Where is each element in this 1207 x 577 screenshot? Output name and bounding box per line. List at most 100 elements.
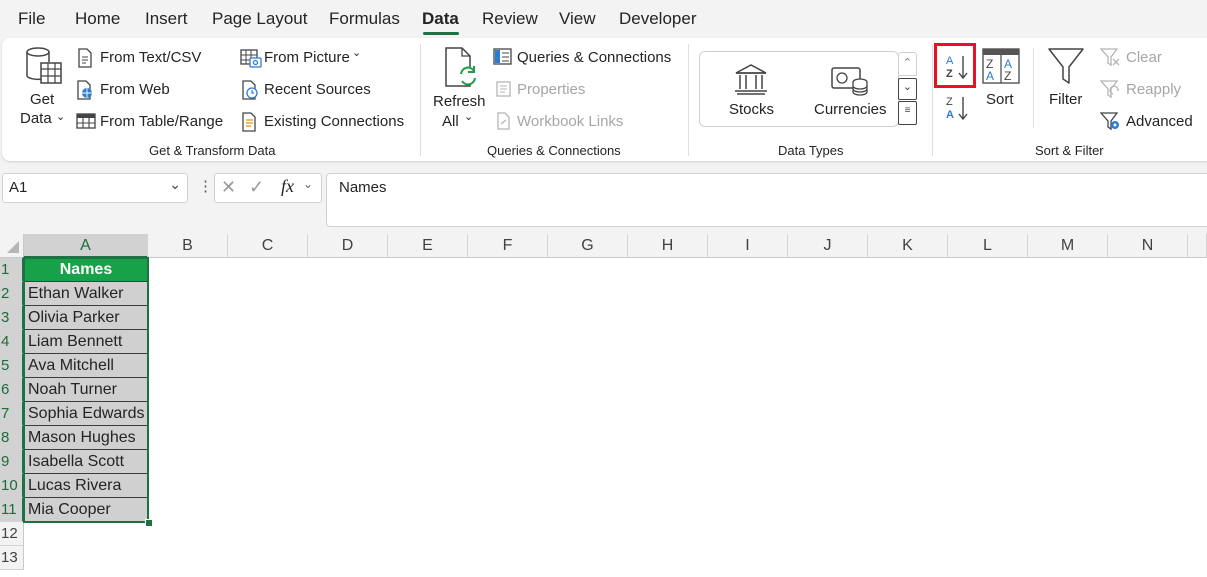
gallery-scroll-up-button[interactable]: ⌃ xyxy=(898,52,917,76)
tab-data[interactable]: Data xyxy=(422,9,459,29)
refresh-all-label[interactable]: Refresh xyxy=(433,93,486,110)
table-row[interactable]: Liam Bennett xyxy=(24,330,148,354)
row-header-3[interactable]: 3 xyxy=(0,306,24,330)
table-row[interactable]: Ava Mitchell xyxy=(24,354,148,378)
column-header-a[interactable]: A xyxy=(24,234,148,258)
column-header-n[interactable]: N xyxy=(1108,234,1188,258)
reapply-icon xyxy=(1099,79,1120,104)
column-header-k[interactable]: K xyxy=(868,234,948,258)
row-header-9[interactable]: 9 xyxy=(0,450,24,474)
table-icon xyxy=(76,112,96,135)
refresh-all-label-2[interactable]: All xyxy=(442,113,459,130)
refresh-icon[interactable] xyxy=(442,46,482,95)
insert-function-button[interactable]: fx xyxy=(281,176,294,197)
column-header-b[interactable]: B xyxy=(148,234,228,258)
stocks-icon[interactable] xyxy=(733,63,769,100)
table-row[interactable]: Isabella Scott xyxy=(24,450,148,474)
properties-button[interactable]: Properties xyxy=(517,81,585,98)
formula-input[interactable]: Names xyxy=(326,173,1207,227)
formula-content: Names xyxy=(339,179,387,196)
table-row[interactable]: Mia Cooper xyxy=(24,498,148,522)
select-all-corner[interactable] xyxy=(0,234,24,258)
table-row[interactable]: Mason Hughes xyxy=(24,426,148,450)
tab-view[interactable]: View xyxy=(559,9,596,29)
name-box[interactable]: A1 ⌄ xyxy=(2,173,188,203)
column-header-e[interactable]: E xyxy=(388,234,468,258)
row-header-2[interactable]: 2 xyxy=(0,282,24,306)
chevron-down-icon[interactable]: ⌄ xyxy=(169,176,181,193)
enter-check-icon[interactable]: ✓ xyxy=(249,177,264,198)
chevron-down-icon[interactable]: ⌄ xyxy=(56,110,65,123)
tab-developer[interactable]: Developer xyxy=(619,9,697,29)
column-header-f[interactable]: F xyxy=(468,234,548,258)
clear-filter-icon xyxy=(1099,47,1120,72)
recent-sources-button[interactable]: Recent Sources xyxy=(264,81,371,98)
table-row[interactable]: Olivia Parker xyxy=(24,306,148,330)
from-text-csv-button[interactable]: From Text/CSV xyxy=(100,49,201,66)
menu-bar: File Home Insert Page Layout Formulas Da… xyxy=(0,0,1207,36)
column-header-j[interactable]: J xyxy=(788,234,868,258)
row-header-13[interactable]: 13 xyxy=(0,546,24,570)
row-header-6[interactable]: 6 xyxy=(0,378,24,402)
column-header-c[interactable]: C xyxy=(228,234,308,258)
currencies-button[interactable]: Currencies xyxy=(814,101,887,118)
workbook-links-button[interactable]: Workbook Links xyxy=(517,113,623,130)
stocks-button[interactable]: Stocks xyxy=(729,101,774,118)
column-header-g[interactable]: G xyxy=(548,234,628,258)
reapply-button[interactable]: Reapply xyxy=(1126,81,1181,98)
column-header-h[interactable]: H xyxy=(628,234,708,258)
column-header-l[interactable]: L xyxy=(948,234,1028,258)
gallery-expand-button[interactable]: ≡ xyxy=(898,101,917,125)
picture-table-icon xyxy=(240,48,262,73)
gallery-scroll-down-button[interactable]: ⌄ xyxy=(898,78,917,100)
queries-connections-button[interactable]: Queries & Connections xyxy=(517,49,671,66)
from-picture-button[interactable]: From Picture xyxy=(264,49,350,66)
table-header-cell[interactable]: Names xyxy=(24,258,148,282)
sort-z-to-a-icon[interactable]: ZA xyxy=(944,94,970,127)
name-box-value: A1 xyxy=(9,179,28,196)
table-row[interactable]: Sophia Edwards xyxy=(24,402,148,426)
tab-file[interactable]: File xyxy=(18,9,45,29)
tab-page-layout[interactable]: Page Layout xyxy=(212,9,307,29)
column-header-i[interactable]: I xyxy=(708,234,788,258)
row-header-7[interactable]: 7 xyxy=(0,402,24,426)
column-header-m[interactable]: M xyxy=(1028,234,1108,258)
worksheet-grid[interactable]: A B C D E F G H I J K L M N 1 Names 2 Ethan Walker 3 Olivia… xyxy=(0,234,1207,577)
table-row[interactable]: Lucas Rivera xyxy=(24,474,148,498)
sort-dialog-icon[interactable]: ZAAZ xyxy=(982,48,1020,89)
table-row[interactable]: Noah Turner xyxy=(24,378,148,402)
row-header-4[interactable]: 4 xyxy=(0,330,24,354)
row-header-11[interactable]: 11 xyxy=(0,498,24,522)
existing-connections-button[interactable]: Existing Connections xyxy=(264,113,404,130)
filter-button[interactable]: Filter xyxy=(1049,91,1082,108)
chevron-down-icon[interactable]: ⌄ xyxy=(464,110,473,123)
row-header-10[interactable]: 10 xyxy=(0,474,24,498)
from-table-range-button[interactable]: From Table/Range xyxy=(100,113,223,130)
get-data-label-2[interactable]: Data xyxy=(20,110,52,127)
more-options-icon[interactable]: ⋮ xyxy=(198,177,213,195)
from-web-button[interactable]: From Web xyxy=(100,81,170,98)
column-header-d[interactable]: D xyxy=(308,234,388,258)
row-header-12[interactable]: 12 xyxy=(0,522,24,546)
row-header-8[interactable]: 8 xyxy=(0,426,24,450)
chevron-down-icon[interactable]: ⌄ xyxy=(352,46,361,59)
tab-formulas[interactable]: Formulas xyxy=(329,9,400,29)
fill-handle[interactable] xyxy=(145,519,153,527)
sort-a-to-z-button[interactable]: AZ xyxy=(934,43,976,88)
clear-button[interactable]: Clear xyxy=(1126,49,1162,66)
filter-icon[interactable] xyxy=(1047,47,1085,90)
tab-home[interactable]: Home xyxy=(75,9,120,29)
table-row[interactable]: Ethan Walker xyxy=(24,282,148,306)
tab-insert[interactable]: Insert xyxy=(145,9,188,29)
database-table-icon[interactable] xyxy=(24,46,66,90)
chevron-down-icon[interactable]: ⌄ xyxy=(303,177,313,191)
currencies-icon[interactable] xyxy=(831,64,869,101)
get-data-label[interactable]: Get xyxy=(30,91,54,108)
row-header-1[interactable]: 1 xyxy=(0,258,24,282)
sort-button[interactable]: Sort xyxy=(986,91,1014,108)
tab-review[interactable]: Review xyxy=(482,9,538,29)
group-divider xyxy=(688,44,689,156)
row-header-5[interactable]: 5 xyxy=(0,354,24,378)
cancel-icon[interactable]: ✕ xyxy=(221,177,236,198)
advanced-button[interactable]: Advanced xyxy=(1126,113,1193,130)
